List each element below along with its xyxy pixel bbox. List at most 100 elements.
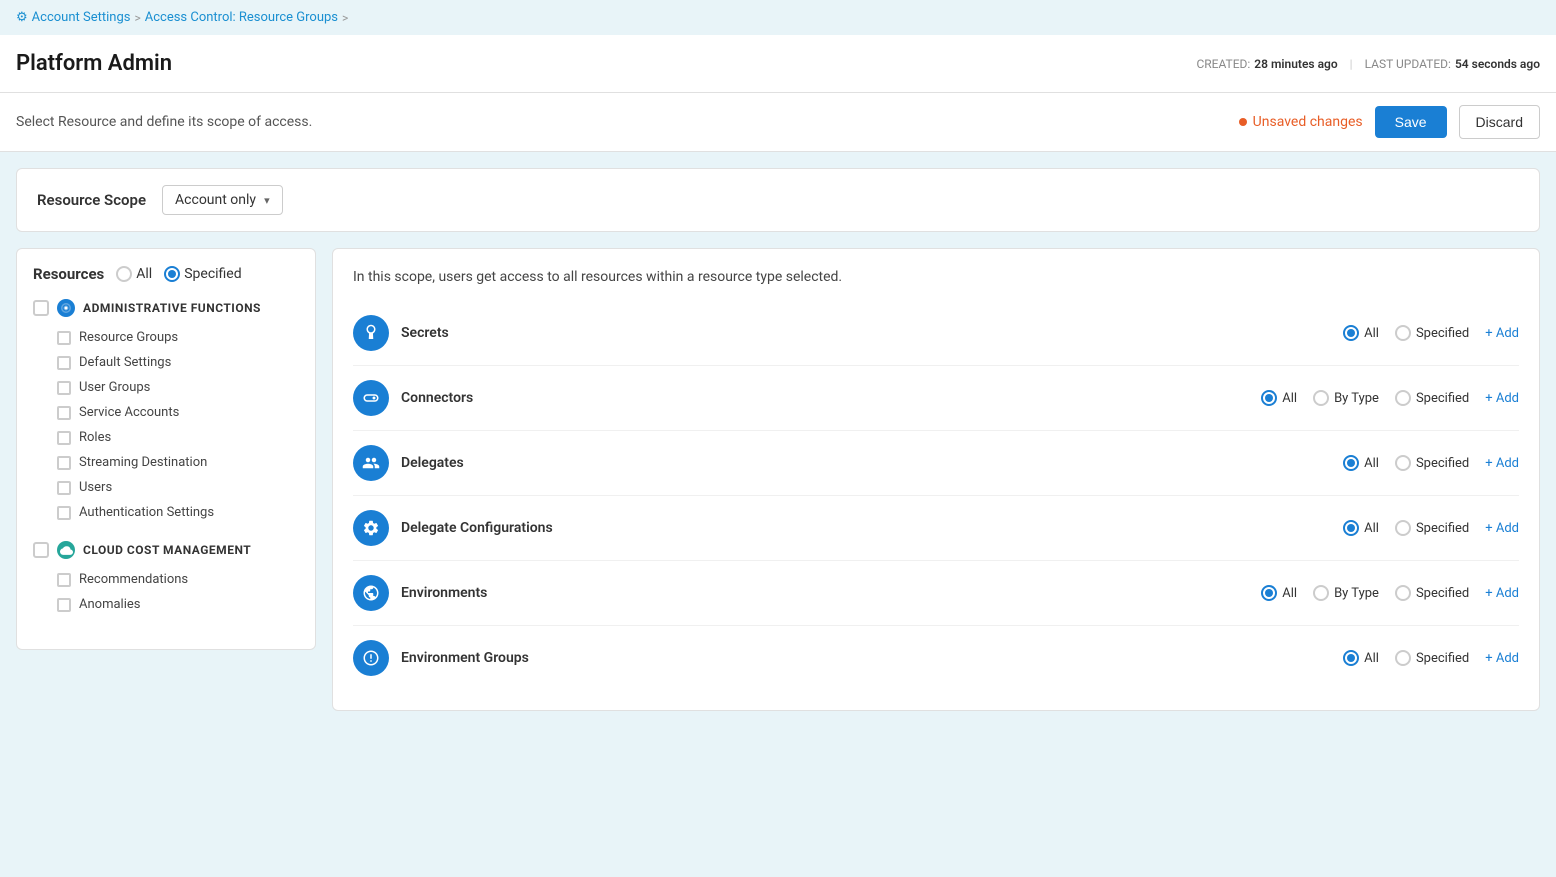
resource-row-connectors: Connectors All By Type Specified + Add	[353, 366, 1519, 431]
header-meta: CREATED: 28 minutes ago | LAST UPDATED: …	[1196, 57, 1540, 71]
section-admin-functions: ADMINISTRATIVE FUNCTIONS Resource Groups…	[33, 299, 299, 525]
delegates-icon	[353, 445, 389, 481]
list-item: Authentication Settings	[57, 500, 299, 525]
page-header: Platform Admin CREATED: 28 minutes ago |…	[0, 35, 1556, 93]
discard-button[interactable]: Discard	[1459, 105, 1540, 139]
env-groups-specified-radio-circle	[1395, 650, 1411, 666]
connectors-all-radio[interactable]: All	[1261, 390, 1297, 406]
radio-specified[interactable]: Specified	[164, 266, 241, 282]
resource-row-delegate-config: Delegate Configurations All Specified + …	[353, 496, 1519, 561]
environments-specified-radio-circle	[1395, 585, 1411, 601]
section-admin-header: ADMINISTRATIVE FUNCTIONS	[33, 299, 299, 317]
secrets-add-link[interactable]: + Add	[1485, 326, 1519, 341]
env-groups-all-radio[interactable]: All	[1343, 650, 1379, 666]
secrets-controls: All Specified + Add	[1343, 325, 1519, 341]
resource-row-secrets: Secrets All Specified + Add	[353, 301, 1519, 366]
admin-functions-icon	[57, 299, 75, 317]
resource-row-environments: Environments All By Type Specified + Add	[353, 561, 1519, 626]
connectors-all-radio-circle	[1261, 390, 1277, 406]
item-checkbox-service-accounts[interactable]	[57, 406, 71, 420]
item-checkbox-recommendations[interactable]	[57, 573, 71, 587]
delegate-config-all-radio[interactable]: All	[1343, 520, 1379, 536]
unsaved-dot	[1239, 118, 1247, 126]
item-checkbox-streaming-destination[interactable]	[57, 456, 71, 470]
item-checkbox-roles[interactable]	[57, 431, 71, 445]
env-groups-icon	[353, 640, 389, 676]
right-panel: In this scope, users get access to all r…	[332, 248, 1540, 711]
environments-specified-radio[interactable]: Specified	[1395, 585, 1469, 601]
section-cloud-checkbox[interactable]	[33, 542, 49, 558]
secrets-name: Secrets	[401, 325, 1331, 341]
item-checkbox-users[interactable]	[57, 481, 71, 495]
list-item: Default Settings	[57, 350, 299, 375]
connectors-by-type-radio[interactable]: By Type	[1313, 390, 1379, 406]
gear-icon: ⚙	[16, 10, 28, 25]
section-admin-checkbox[interactable]	[33, 300, 49, 316]
delegates-all-radio[interactable]: All	[1343, 455, 1379, 471]
chevron-down-icon: ▾	[264, 194, 270, 207]
item-checkbox-default-settings[interactable]	[57, 356, 71, 370]
environments-controls: All By Type Specified + Add	[1261, 585, 1519, 601]
breadcrumb-root[interactable]: ⚙ Account Settings	[16, 10, 130, 25]
item-checkbox-auth-settings[interactable]	[57, 506, 71, 520]
environments-by-type-radio[interactable]: By Type	[1313, 585, 1379, 601]
section-admin-items: Resource Groups Default Settings User Gr…	[33, 325, 299, 525]
connectors-add-link[interactable]: + Add	[1485, 391, 1519, 406]
list-item: Users	[57, 475, 299, 500]
delegates-name: Delegates	[401, 455, 1331, 471]
environments-name: Environments	[401, 585, 1249, 601]
connectors-specified-radio[interactable]: Specified	[1395, 390, 1469, 406]
connectors-specified-radio-circle	[1395, 390, 1411, 406]
list-item: Anomalies	[57, 592, 299, 617]
environments-all-radio[interactable]: All	[1261, 585, 1297, 601]
breadcrumb-section[interactable]: Access Control: Resource Groups	[145, 10, 338, 25]
delegates-add-link[interactable]: + Add	[1485, 456, 1519, 471]
save-button[interactable]: Save	[1375, 106, 1447, 138]
delegate-config-icon	[353, 510, 389, 546]
page-title: Platform Admin	[16, 51, 172, 76]
two-panel: Resources All Specified	[16, 248, 1540, 711]
unsaved-indicator: Unsaved changes	[1239, 114, 1363, 130]
item-checkbox-anomalies[interactable]	[57, 598, 71, 612]
list-item: Resource Groups	[57, 325, 299, 350]
secrets-all-radio[interactable]: All	[1343, 325, 1379, 341]
item-checkbox-user-groups[interactable]	[57, 381, 71, 395]
resource-row-delegates: Delegates All Specified + Add	[353, 431, 1519, 496]
updated-meta: LAST UPDATED: 54 seconds ago	[1365, 57, 1540, 71]
radio-all[interactable]: All	[116, 266, 152, 282]
environments-add-link[interactable]: + Add	[1485, 586, 1519, 601]
environments-by-type-radio-circle	[1313, 585, 1329, 601]
section-cloud-name: CLOUD COST MANAGEMENT	[83, 543, 251, 557]
left-panel-header: Resources All Specified	[33, 265, 299, 283]
delegates-specified-radio[interactable]: Specified	[1395, 455, 1469, 471]
connectors-icon	[353, 380, 389, 416]
list-item: Service Accounts	[57, 400, 299, 425]
resource-scope-bar: Resource Scope Account only ▾	[16, 168, 1540, 232]
item-checkbox-resource-groups[interactable]	[57, 331, 71, 345]
radio-all-circle	[116, 266, 132, 282]
list-item: Streaming Destination	[57, 450, 299, 475]
secrets-specified-radio[interactable]: Specified	[1395, 325, 1469, 341]
secrets-icon	[353, 315, 389, 351]
section-cloud-header: CLOUD COST MANAGEMENT	[33, 541, 299, 559]
cloud-cost-icon	[57, 541, 75, 559]
env-groups-specified-radio[interactable]: Specified	[1395, 650, 1469, 666]
list-item: Roles	[57, 425, 299, 450]
env-groups-name: Environment Groups	[401, 650, 1331, 666]
delegate-config-specified-radio-circle	[1395, 520, 1411, 536]
created-meta: CREATED: 28 minutes ago	[1196, 57, 1337, 71]
delegates-specified-radio-circle	[1395, 455, 1411, 471]
delegate-config-specified-radio[interactable]: Specified	[1395, 520, 1469, 536]
section-admin-name: ADMINISTRATIVE FUNCTIONS	[83, 301, 261, 315]
env-groups-add-link[interactable]: + Add	[1485, 651, 1519, 666]
action-bar-right: Unsaved changes Save Discard	[1239, 105, 1540, 139]
scope-info-text: In this scope, users get access to all r…	[353, 269, 1519, 285]
resources-radio-group: All Specified	[116, 266, 241, 282]
secrets-all-radio-circle	[1343, 325, 1359, 341]
delegate-config-add-link[interactable]: + Add	[1485, 521, 1519, 536]
scope-dropdown[interactable]: Account only ▾	[162, 185, 283, 215]
resources-title: Resources	[33, 265, 104, 283]
action-bar: Select Resource and define its scope of …	[0, 93, 1556, 152]
delegate-config-name: Delegate Configurations	[401, 520, 1331, 536]
delegate-config-all-radio-circle	[1343, 520, 1359, 536]
